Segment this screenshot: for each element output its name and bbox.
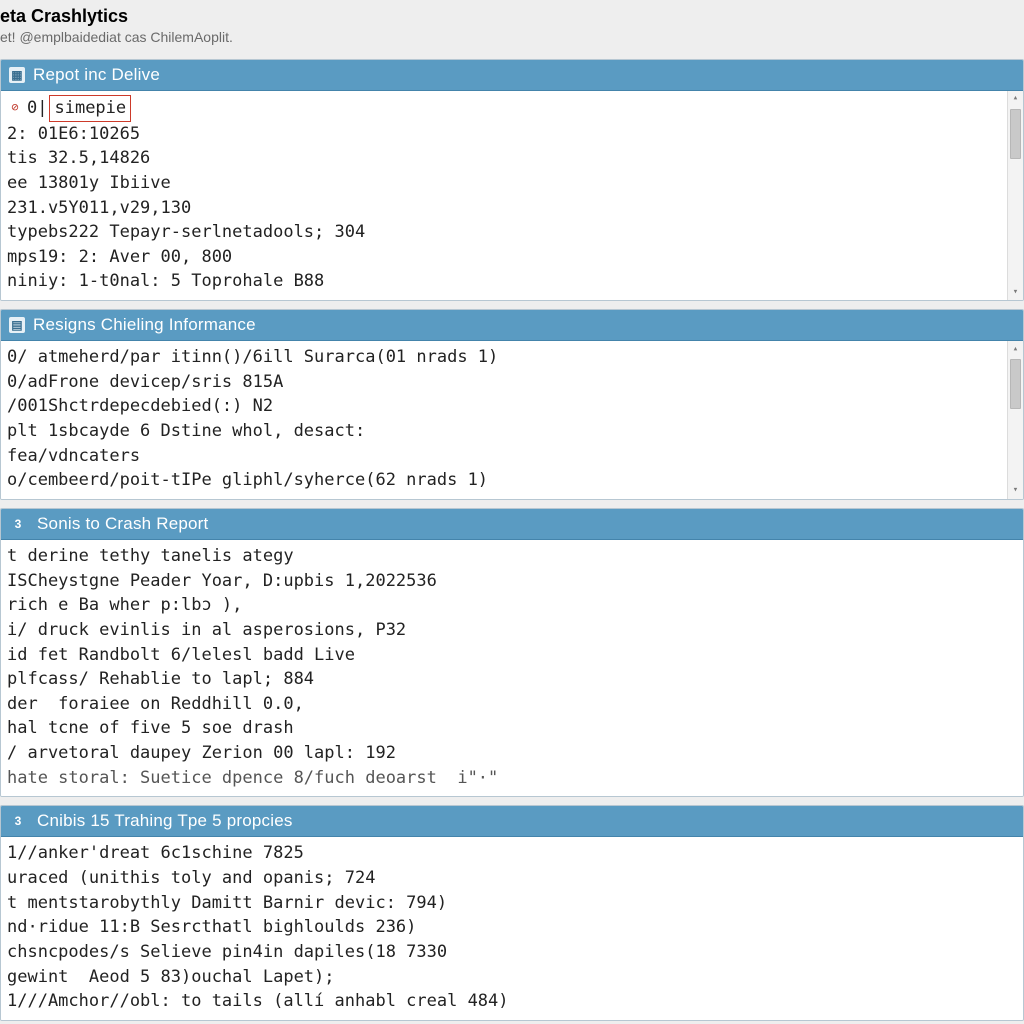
log-line: /001Shctrdepecdebied(:) N2: [7, 394, 1001, 419]
scrollbar-vertical[interactable]: ▴ ▾: [1007, 91, 1023, 300]
scroll-up-icon[interactable]: ▴: [1008, 91, 1024, 107]
panel-header-sonis-crash[interactable]: 3 Sonis to Crash Report: [1, 509, 1023, 540]
panels-container: ▦ Repot inc Delive ⊘0|simepie 2: 01E6:10…: [0, 59, 1024, 1021]
log-line: ⊘0|simepie: [7, 95, 1001, 122]
log-line: nd·ridue 11:B Sesrcthatl bighloulds 236): [7, 915, 1017, 940]
log-line: chsncpodes/s Selieve pin4in dapiles(18 7…: [7, 940, 1017, 965]
scroll-down-icon[interactable]: ▾: [1008, 284, 1024, 300]
crashlytics-app: eta Crashlytics et! @emplbaidediat cas C…: [0, 0, 1024, 1024]
log-line: id fet Randbolt 6/lelesl badd Live: [7, 643, 1017, 668]
log-line: rich e Ba wher p:lbɔ ),: [7, 593, 1017, 618]
log-line: t derine tethy tanelis ategy: [7, 544, 1017, 569]
log-line: 0/adFrone devicep/sris 815A: [7, 370, 1001, 395]
log-line: 231.v5Y011,v29,130: [7, 196, 1001, 221]
log-line: mps19: 2: Aver 00, 800: [7, 245, 1001, 270]
list-icon: ▤: [9, 317, 25, 333]
log-line: 0/ atmeherd/par itinn()/6ill Surarca(01 …: [7, 345, 1001, 370]
panel-header-resigns-chieling[interactable]: ▤ Resigns Chieling Informance: [1, 310, 1023, 341]
log-line: i/ druck evinlis in al asperosions, P32: [7, 618, 1017, 643]
panel-badge: 3: [9, 812, 27, 830]
log-line: 1///Amchor//obl: to tails (allí anhabl c…: [7, 989, 1017, 1014]
page-header: eta Crashlytics et! @emplbaidediat cas C…: [0, 0, 1024, 49]
chart-icon: ▦: [9, 67, 25, 83]
log-line: / arvetoral daupey Zerion 00 lapl: 192: [7, 741, 1017, 766]
panel-header-cnibis-trahing[interactable]: 3 Cnibis 15 Trahing Tpe 5 propcies: [1, 806, 1023, 837]
panel-sonis-crash: 3 Sonis to Crash Report t derine tethy t…: [0, 508, 1024, 797]
log-line: hate storal: Suetice dpence 8/fuch deoar…: [7, 766, 1017, 791]
log-line: uraced (unithis toly and opanis; 724: [7, 866, 1017, 891]
log-line: hal tcne of five 5 soe drash: [7, 716, 1017, 741]
log-text-prefix: 0|: [27, 98, 47, 118]
log-line: ISCheystgne Peader Yoar, D:upbis 1,20225…: [7, 569, 1017, 594]
log-line: ee 13801y Ibiive: [7, 171, 1001, 196]
panel-body-cnibis-trahing: 1//anker'dreat 6c1schine 7825 uraced (un…: [1, 837, 1023, 1019]
scroll-down-icon[interactable]: ▾: [1008, 483, 1024, 499]
scroll-track[interactable]: [1008, 357, 1023, 483]
panel-body-report-delive: ⊘0|simepie 2: 01E6:10265 tis 32.5,14826 …: [1, 91, 1023, 300]
panel-title: Resigns Chieling Informance: [33, 315, 256, 335]
log-line: der foraiee on Reddhill 0.0,: [7, 692, 1017, 717]
stop-icon: ⊘: [7, 99, 23, 116]
log-line: plt 1sbcayde 6 Dstine whol, desact:: [7, 419, 1001, 444]
log-line: 2: 01E6:10265: [7, 122, 1001, 147]
log-line: o/cembeerd/poit-tIPe gliphl/syherce(62 n…: [7, 468, 1001, 493]
log-line: tis 32.5,14826: [7, 146, 1001, 171]
page-title: eta Crashlytics: [0, 6, 1024, 27]
log-line: t mentstarobythly Damitt Barnir devic: 7…: [7, 891, 1017, 916]
scroll-up-icon[interactable]: ▴: [1008, 341, 1024, 357]
panel-resigns-chieling: ▤ Resigns Chieling Informance 0/ atmeher…: [0, 309, 1024, 500]
page-subtitle: et! @emplbaidediat cas ChilemAoplit.: [0, 27, 1024, 45]
log-line: niniy: 1-t0nal: 5 Toprohale B88: [7, 269, 1001, 294]
panel-title: Repot inc Delive: [33, 65, 160, 85]
log-line: fea/vdncaters: [7, 444, 1001, 469]
panel-body-sonis-crash: t derine tethy tanelis ategy ISCheystgne…: [1, 540, 1023, 796]
panel-cnibis-trahing: 3 Cnibis 15 Trahing Tpe 5 propcies 1//an…: [0, 805, 1024, 1020]
scroll-track[interactable]: [1008, 107, 1023, 284]
scrollbar-vertical[interactable]: ▴ ▾: [1007, 341, 1023, 499]
panel-body-resigns-chieling: 0/ atmeherd/par itinn()/6ill Surarca(01 …: [1, 341, 1023, 499]
log-line: gewint Aeod 5 83)ouchal Lapet);: [7, 965, 1017, 990]
scroll-thumb[interactable]: [1010, 359, 1021, 409]
panel-header-report-delive[interactable]: ▦ Repot inc Delive: [1, 60, 1023, 91]
panel-title: Sonis to Crash Report: [37, 514, 208, 534]
panel-report-delive: ▦ Repot inc Delive ⊘0|simepie 2: 01E6:10…: [0, 59, 1024, 301]
highlighted-term[interactable]: simepie: [49, 95, 131, 122]
log-line: typebs222 Tepayr-serlnetadools; 304: [7, 220, 1001, 245]
panel-title: Cnibis 15 Trahing Tpe 5 propcies: [37, 811, 293, 831]
panel-badge: 3: [9, 515, 27, 533]
log-line: plfcass/ Rehablie to lapl; 884: [7, 667, 1017, 692]
scroll-thumb[interactable]: [1010, 109, 1021, 159]
log-line: 1//anker'dreat 6c1schine 7825: [7, 841, 1017, 866]
